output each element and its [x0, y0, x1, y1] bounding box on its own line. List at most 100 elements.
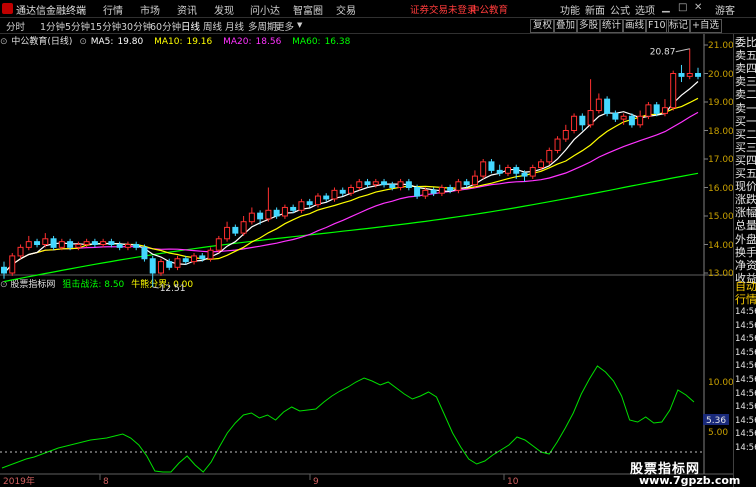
candle-body: [620, 115, 627, 120]
candle-body: [83, 241, 90, 245]
candle-body: [17, 246, 24, 257]
candle-body: [149, 258, 156, 274]
candle-body: [290, 206, 297, 211]
candle-body: [67, 241, 74, 248]
tick-time: 14:56: [735, 375, 756, 385]
candle-body: [686, 73, 693, 77]
candle-body: [488, 161, 495, 171]
candle-body: [554, 138, 561, 151]
tick-time: 14:56: [735, 334, 756, 345]
candle-body: [306, 201, 313, 206]
price-tick: 20.00: [708, 70, 734, 80]
candle-body: [670, 73, 677, 109]
candle-body: [579, 115, 586, 126]
candle-body: [166, 261, 173, 268]
date-label-year: 2019年: [3, 475, 35, 487]
candle-body: [108, 241, 115, 245]
quote-label: 卖三: [735, 75, 756, 89]
high-price-label: 20.87: [650, 48, 676, 58]
date-label-oct: 10: [507, 477, 519, 487]
price-tick: 17.00: [708, 155, 734, 165]
candle-body: [248, 212, 255, 223]
quote-label: 买三: [735, 140, 756, 154]
ma-lines: [3, 81, 699, 283]
indicator-tick: 5.00: [708, 428, 728, 438]
candle-body: [653, 104, 660, 114]
quote-label: 卖五: [735, 49, 756, 63]
price-tick: 16.00: [708, 184, 734, 194]
candle-body: [157, 261, 164, 274]
candle-body: [298, 201, 305, 211]
candle-body: [678, 73, 685, 77]
tick-time: 14:56: [735, 443, 756, 453]
price-annotations: 20.87 12.51: [152, 48, 690, 294]
candle-body: [356, 181, 363, 189]
kline-chart[interactable]: 20.87 12.51 21.00 20.00 19.00 18.00 17.00…: [0, 0, 756, 487]
candle-body: [240, 221, 247, 234]
candle-body: [521, 172, 528, 177]
candle-body: [661, 107, 668, 114]
price-tick: 21.00: [708, 41, 734, 51]
candle-body: [34, 241, 41, 245]
tick-time: 14:56: [735, 307, 756, 317]
tick-time: 14:56: [735, 388, 756, 399]
indicator-lines: [1, 365, 695, 473]
candle-body: [58, 241, 65, 248]
watermark-url: www.7gpzb.com: [639, 474, 741, 487]
candle-body: [455, 181, 462, 191]
date-label-aug: 8: [103, 477, 109, 487]
indicator-tick: 10.00: [708, 378, 734, 388]
candle-body: [562, 130, 569, 140]
candle-body: [587, 110, 594, 126]
candle-body: [364, 181, 371, 186]
candle-body: [604, 98, 611, 114]
quote-label: 净资: [735, 258, 756, 272]
candle-body: [504, 167, 511, 174]
candle-body: [50, 238, 57, 248]
tick-time: 14:56: [735, 415, 756, 426]
candle-body: [199, 255, 206, 260]
quote-label: 卖二: [735, 88, 756, 102]
candle-body: [438, 187, 445, 194]
candle-body: [529, 167, 536, 177]
auto-toggle[interactable]: 自动: [735, 280, 756, 293]
candle-body: [637, 115, 644, 126]
candle-body: [141, 246, 148, 260]
quote-panel: 委比 卖五 卖四 卖三 卖二 卖一 买一 买二 买三 买四 买五 现价 涨跌 涨幅 总量 外盘 换手 净资 收益 自动…: [733, 34, 756, 487]
tick-time: 14:56: [735, 402, 756, 413]
candle-body: [422, 189, 429, 197]
quote-label: 总量: [735, 219, 756, 233]
high-pointer: [675, 48, 690, 53]
candle-body: [430, 189, 437, 194]
quote-label: 买二: [735, 127, 756, 141]
candle-body: [116, 244, 123, 248]
candle-body: [224, 226, 231, 240]
candle-body: [323, 195, 330, 200]
candle-body: [314, 195, 321, 206]
candle-body: [496, 169, 503, 174]
watermark: 股票指标网 www.7gpzb.com: [617, 458, 740, 487]
candle-body: [91, 241, 98, 245]
price-tick: 18.00: [708, 127, 734, 137]
quote-label: 换手: [735, 245, 756, 259]
candle-body: [174, 258, 181, 268]
quote-label: 现价: [735, 180, 756, 194]
candle-body: [513, 167, 520, 174]
quote-label: 委比: [735, 36, 756, 49]
candle-body: [447, 187, 454, 191]
tick-time: 14:56: [735, 320, 756, 331]
candle-body: [133, 244, 140, 248]
candle-body: [571, 115, 578, 131]
candle-body: [695, 73, 701, 77]
candle-body: [414, 187, 421, 197]
low-pointer: [152, 286, 159, 289]
candle-body: [405, 181, 412, 189]
quote-label: 卖一: [735, 101, 756, 115]
candle-body: [628, 115, 635, 126]
quote-label: 涨幅: [735, 206, 756, 220]
candle-body: [1, 266, 7, 274]
candle-body: [273, 209, 280, 217]
candle-body: [75, 244, 82, 248]
candle-body: [463, 181, 470, 186]
candle-body: [100, 241, 107, 245]
